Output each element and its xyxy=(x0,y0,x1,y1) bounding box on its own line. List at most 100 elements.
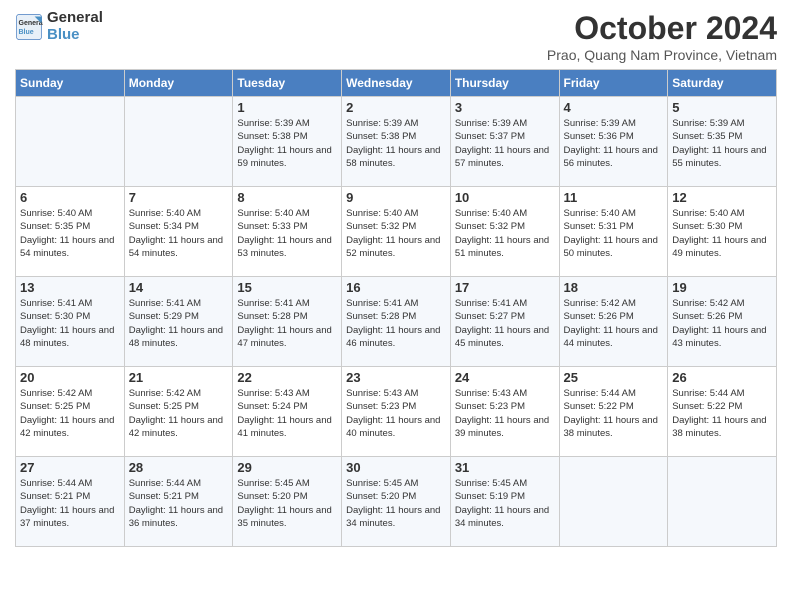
calendar-cell: 15 Sunrise: 5:41 AM Sunset: 5:28 PM Dayli… xyxy=(233,277,342,367)
logo-line2: Blue xyxy=(47,27,103,44)
weekday-header-friday: Friday xyxy=(559,70,668,97)
day-number: 17 xyxy=(455,280,555,295)
calendar-cell: 26 Sunrise: 5:44 AM Sunset: 5:22 PM Dayli… xyxy=(668,367,777,457)
week-row-4: 20 Sunrise: 5:42 AM Sunset: 5:25 PM Dayli… xyxy=(16,367,777,457)
weekday-header-sunday: Sunday xyxy=(16,70,125,97)
calendar-cell xyxy=(16,97,125,187)
day-info: Sunrise: 5:44 AM Sunset: 5:22 PM Dayligh… xyxy=(564,387,664,440)
day-number: 20 xyxy=(20,370,120,385)
calendar-cell xyxy=(124,97,233,187)
day-number: 10 xyxy=(455,190,555,205)
logo: General Blue General Blue xyxy=(15,10,103,43)
weekday-header-thursday: Thursday xyxy=(450,70,559,97)
day-info: Sunrise: 5:43 AM Sunset: 5:23 PM Dayligh… xyxy=(455,387,555,440)
day-number: 1 xyxy=(237,100,337,115)
day-number: 5 xyxy=(672,100,772,115)
day-info: Sunrise: 5:40 AM Sunset: 5:31 PM Dayligh… xyxy=(564,207,664,260)
day-info: Sunrise: 5:41 AM Sunset: 5:28 PM Dayligh… xyxy=(237,297,337,350)
day-number: 23 xyxy=(346,370,446,385)
day-info: Sunrise: 5:39 AM Sunset: 5:38 PM Dayligh… xyxy=(237,117,337,170)
title-area: October 2024 Prao, Quang Nam Province, V… xyxy=(547,10,777,63)
day-number: 13 xyxy=(20,280,120,295)
day-number: 29 xyxy=(237,460,337,475)
calendar-cell: 7 Sunrise: 5:40 AM Sunset: 5:34 PM Daylig… xyxy=(124,187,233,277)
calendar-cell: 27Sunrise: 5:44 AM Sunset: 5:21 PM Dayli… xyxy=(16,457,125,547)
logo-icon: General Blue xyxy=(15,13,43,41)
calendar-cell: 4 Sunrise: 5:39 AM Sunset: 5:36 PM Daylig… xyxy=(559,97,668,187)
day-number: 28 xyxy=(129,460,229,475)
day-info: Sunrise: 5:44 AM Sunset: 5:21 PM Dayligh… xyxy=(129,477,229,530)
svg-text:Blue: Blue xyxy=(19,29,34,36)
calendar-cell: 5Sunrise: 5:39 AM Sunset: 5:35 PM Daylig… xyxy=(668,97,777,187)
month-title: October 2024 xyxy=(547,10,777,47)
calendar-cell: 25 Sunrise: 5:44 AM Sunset: 5:22 PM Dayli… xyxy=(559,367,668,457)
day-info: Sunrise: 5:41 AM Sunset: 5:27 PM Dayligh… xyxy=(455,297,555,350)
calendar-cell: 14Sunrise: 5:41 AM Sunset: 5:29 PM Dayli… xyxy=(124,277,233,367)
day-info: Sunrise: 5:44 AM Sunset: 5:21 PM Dayligh… xyxy=(20,477,120,530)
calendar-cell: 21Sunrise: 5:42 AM Sunset: 5:25 PM Dayli… xyxy=(124,367,233,457)
calendar-cell: 2 Sunrise: 5:39 AM Sunset: 5:38 PM Daylig… xyxy=(342,97,451,187)
day-info: Sunrise: 5:45 AM Sunset: 5:20 PM Dayligh… xyxy=(346,477,446,530)
day-info: Sunrise: 5:40 AM Sunset: 5:34 PM Dayligh… xyxy=(129,207,229,260)
calendar-cell: 29 Sunrise: 5:45 AM Sunset: 5:20 PM Dayli… xyxy=(233,457,342,547)
calendar-cell: 16 Sunrise: 5:41 AM Sunset: 5:28 PM Dayli… xyxy=(342,277,451,367)
weekday-header-monday: Monday xyxy=(124,70,233,97)
day-info: Sunrise: 5:40 AM Sunset: 5:30 PM Dayligh… xyxy=(672,207,772,260)
day-info: Sunrise: 5:43 AM Sunset: 5:24 PM Dayligh… xyxy=(237,387,337,440)
calendar-cell: 9Sunrise: 5:40 AM Sunset: 5:32 PM Daylig… xyxy=(342,187,451,277)
day-info: Sunrise: 5:42 AM Sunset: 5:26 PM Dayligh… xyxy=(564,297,664,350)
week-row-3: 13Sunrise: 5:41 AM Sunset: 5:30 PM Dayli… xyxy=(16,277,777,367)
calendar-cell: 22 Sunrise: 5:43 AM Sunset: 5:24 PM Dayli… xyxy=(233,367,342,457)
day-number: 2 xyxy=(346,100,446,115)
calendar-cell: 31 Sunrise: 5:45 AM Sunset: 5:19 PM Dayli… xyxy=(450,457,559,547)
weekday-header-wednesday: Wednesday xyxy=(342,70,451,97)
day-info: Sunrise: 5:39 AM Sunset: 5:38 PM Dayligh… xyxy=(346,117,446,170)
day-number: 6 xyxy=(20,190,120,205)
weekday-header-saturday: Saturday xyxy=(668,70,777,97)
day-number: 4 xyxy=(564,100,664,115)
week-row-1: 1 Sunrise: 5:39 AM Sunset: 5:38 PM Daylig… xyxy=(16,97,777,187)
day-info: Sunrise: 5:42 AM Sunset: 5:25 PM Dayligh… xyxy=(20,387,120,440)
calendar-cell: 28 Sunrise: 5:44 AM Sunset: 5:21 PM Dayli… xyxy=(124,457,233,547)
calendar-cell: 10 Sunrise: 5:40 AM Sunset: 5:32 PM Dayli… xyxy=(450,187,559,277)
calendar-cell: 30 Sunrise: 5:45 AM Sunset: 5:20 PM Dayli… xyxy=(342,457,451,547)
calendar-cell: 3 Sunrise: 5:39 AM Sunset: 5:37 PM Daylig… xyxy=(450,97,559,187)
week-row-5: 27Sunrise: 5:44 AM Sunset: 5:21 PM Dayli… xyxy=(16,457,777,547)
calendar-cell: 18 Sunrise: 5:42 AM Sunset: 5:26 PM Dayli… xyxy=(559,277,668,367)
day-number: 24 xyxy=(455,370,555,385)
calendar-cell: 24 Sunrise: 5:43 AM Sunset: 5:23 PM Dayli… xyxy=(450,367,559,457)
day-info: Sunrise: 5:40 AM Sunset: 5:32 PM Dayligh… xyxy=(455,207,555,260)
day-info: Sunrise: 5:39 AM Sunset: 5:36 PM Dayligh… xyxy=(564,117,664,170)
calendar-cell: 12 Sunrise: 5:40 AM Sunset: 5:30 PM Dayli… xyxy=(668,187,777,277)
day-number: 30 xyxy=(346,460,446,475)
day-info: Sunrise: 5:40 AM Sunset: 5:33 PM Dayligh… xyxy=(237,207,337,260)
calendar-cell xyxy=(559,457,668,547)
day-info: Sunrise: 5:41 AM Sunset: 5:28 PM Dayligh… xyxy=(346,297,446,350)
day-number: 9 xyxy=(346,190,446,205)
day-number: 3 xyxy=(455,100,555,115)
day-info: Sunrise: 5:42 AM Sunset: 5:25 PM Dayligh… xyxy=(129,387,229,440)
day-number: 26 xyxy=(672,370,772,385)
day-number: 16 xyxy=(346,280,446,295)
day-info: Sunrise: 5:44 AM Sunset: 5:22 PM Dayligh… xyxy=(672,387,772,440)
day-info: Sunrise: 5:42 AM Sunset: 5:26 PM Dayligh… xyxy=(672,297,772,350)
day-number: 25 xyxy=(564,370,664,385)
day-number: 12 xyxy=(672,190,772,205)
location-subtitle: Prao, Quang Nam Province, Vietnam xyxy=(547,47,777,63)
day-number: 15 xyxy=(237,280,337,295)
day-number: 18 xyxy=(564,280,664,295)
calendar-cell: 20 Sunrise: 5:42 AM Sunset: 5:25 PM Dayli… xyxy=(16,367,125,457)
day-number: 7 xyxy=(129,190,229,205)
day-info: Sunrise: 5:45 AM Sunset: 5:20 PM Dayligh… xyxy=(237,477,337,530)
day-number: 11 xyxy=(564,190,664,205)
day-info: Sunrise: 5:39 AM Sunset: 5:37 PM Dayligh… xyxy=(455,117,555,170)
logo-line1: General xyxy=(47,10,103,27)
calendar-cell: 8Sunrise: 5:40 AM Sunset: 5:33 PM Daylig… xyxy=(233,187,342,277)
day-number: 19 xyxy=(672,280,772,295)
day-info: Sunrise: 5:45 AM Sunset: 5:19 PM Dayligh… xyxy=(455,477,555,530)
week-row-2: 6 Sunrise: 5:40 AM Sunset: 5:35 PM Daylig… xyxy=(16,187,777,277)
day-number: 22 xyxy=(237,370,337,385)
day-info: Sunrise: 5:40 AM Sunset: 5:35 PM Dayligh… xyxy=(20,207,120,260)
day-number: 31 xyxy=(455,460,555,475)
calendar-cell: 17 Sunrise: 5:41 AM Sunset: 5:27 PM Dayli… xyxy=(450,277,559,367)
